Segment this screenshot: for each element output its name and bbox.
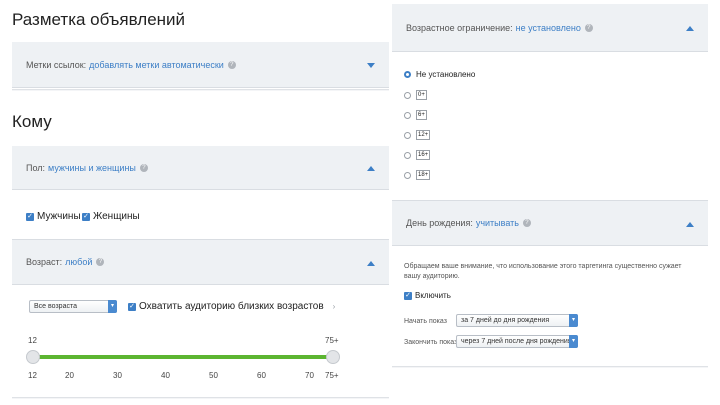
radio-selected-icon[interactable] [404,71,411,78]
chevron-up-icon[interactable] [686,26,694,31]
age-tick: 12 [28,371,37,380]
dropdown-arrow-icon[interactable]: ▾ [569,335,578,348]
help-icon[interactable]: ? [584,23,593,32]
age-range-track[interactable] [33,355,333,359]
age-restriction-option[interactable]: 6+ [404,110,427,120]
chevron-up-icon[interactable] [686,222,694,227]
age-tick: 20 [65,371,74,380]
age-restriction-option[interactable]: 18+ [404,170,431,180]
age-label: Возраст: [26,257,63,267]
radio-icon[interactable] [404,91,411,99]
dropdown-arrow-icon[interactable]: ▾ [108,300,117,313]
panel-shadow [12,89,389,91]
slider-max-label: 75+ [325,336,339,345]
start-show-select[interactable]: за 7 дней до дня рождения ▾ [456,314,578,327]
expand-audience-label: Охватить аудиторию близких возрастов [139,301,324,312]
checkbox-checked-icon[interactable]: ✓ [26,212,34,221]
gender-value[interactable]: мужчины и женщины [48,163,136,173]
help-icon[interactable]: ? [522,219,531,227]
age-restriction-option-label: 6+ [416,110,427,120]
age-range-max-handle[interactable] [326,350,340,364]
gender-label: Пол: [26,162,46,173]
age-select-value: Все возраста [34,303,77,310]
panel-shadow [392,366,708,368]
birthday-note: Обращаем ваше внимание, что использовани… [404,263,682,280]
checkbox-checked-icon[interactable]: ✓ [82,212,90,221]
chevron-up-icon[interactable] [367,166,375,171]
help-icon[interactable]: ? [139,163,148,172]
gender-female-option[interactable]: ✓ Женщины [82,211,140,222]
age-restriction-option[interactable]: 12+ [404,130,431,140]
age-restriction-option[interactable]: Не установлено [404,70,475,79]
birthday-enable-label: Включить [415,291,451,300]
age-restriction-label: Возрастное ограничение: [406,22,513,33]
end-show-select[interactable]: через 7 дней после дня рождения ▾ [456,335,578,348]
gender-male-option[interactable]: ✓ Мужчины [26,211,81,222]
radio-icon[interactable] [404,111,411,119]
age-restriction-option[interactable]: 16+ [404,150,431,160]
checkbox-checked-icon[interactable]: ✓ [128,302,136,311]
link-tags-value[interactable]: добавлять метки автоматически [89,60,224,70]
age-value[interactable]: любой [65,257,92,267]
birthday-value[interactable]: учитывать [476,218,519,228]
chevron-down-icon[interactable] [367,63,375,68]
age-restriction-option-label: 12+ [416,130,431,140]
info-icon[interactable]: › [333,302,336,311]
start-show-label: Начать показ [404,318,447,325]
birthday-label: День рождения: [406,218,473,228]
help-icon[interactable]: ? [96,258,105,266]
panel-shadow [12,397,389,399]
audience-title: Кому [12,112,52,131]
end-show-label: Закончить показ [404,339,458,346]
age-select[interactable]: Все возраста ▾ [29,300,117,313]
checkbox-checked-icon[interactable]: ✓ [404,291,412,300]
radio-icon[interactable] [404,151,411,159]
age-panel-header[interactable]: Возраст: любой ? [12,239,389,285]
age-tick: 50 [209,371,218,380]
age-restriction-option-label: Не установлено [416,70,476,79]
age-restriction-value[interactable]: не установлено [516,23,581,33]
gender-female-label: Женщины [93,211,140,222]
birthday-panel-header[interactable]: День рождения: учитывать ? [392,200,708,246]
age-range-min-handle[interactable] [26,350,40,364]
link-tags-panel-header[interactable]: Метки ссылок: добавлять метки автоматиче… [12,42,389,88]
age-restriction-option[interactable]: 0+ [404,90,427,100]
age-restriction-option-label: 0+ [416,90,427,100]
help-icon[interactable]: ? [227,60,236,69]
link-tags-label: Метки ссылок: [26,59,87,70]
age-restriction-option-label: 16+ [416,150,431,160]
age-tick: 75+ [325,371,339,380]
age-restriction-panel-header[interactable]: Возрастное ограничение: не установлено ? [392,4,708,52]
slider-min-label: 12 [28,336,37,345]
radio-icon[interactable] [404,131,411,139]
start-show-value: за 7 дней до дня рождения [461,317,550,324]
age-restriction-option-label: 18+ [416,170,431,180]
birthday-enable-option[interactable]: ✓ Включить [404,291,451,300]
age-tick: 60 [257,371,266,380]
age-tick: 40 [161,371,170,380]
age-tick: 30 [113,371,122,380]
end-show-value: через 7 дней после дня рождения [461,338,572,345]
chevron-up-icon[interactable] [367,261,375,266]
dropdown-arrow-icon[interactable]: ▾ [569,314,578,327]
radio-icon[interactable] [404,171,411,179]
gender-panel-header[interactable]: Пол: мужчины и женщины ? [12,146,389,190]
expand-audience-option[interactable]: ✓ Охватить аудиторию близких возрастов › [128,301,335,312]
age-tick: 70 [305,371,314,380]
ad-markup-title: Разметка объявлений [12,10,186,29]
gender-male-label: Мужчины [37,211,81,222]
